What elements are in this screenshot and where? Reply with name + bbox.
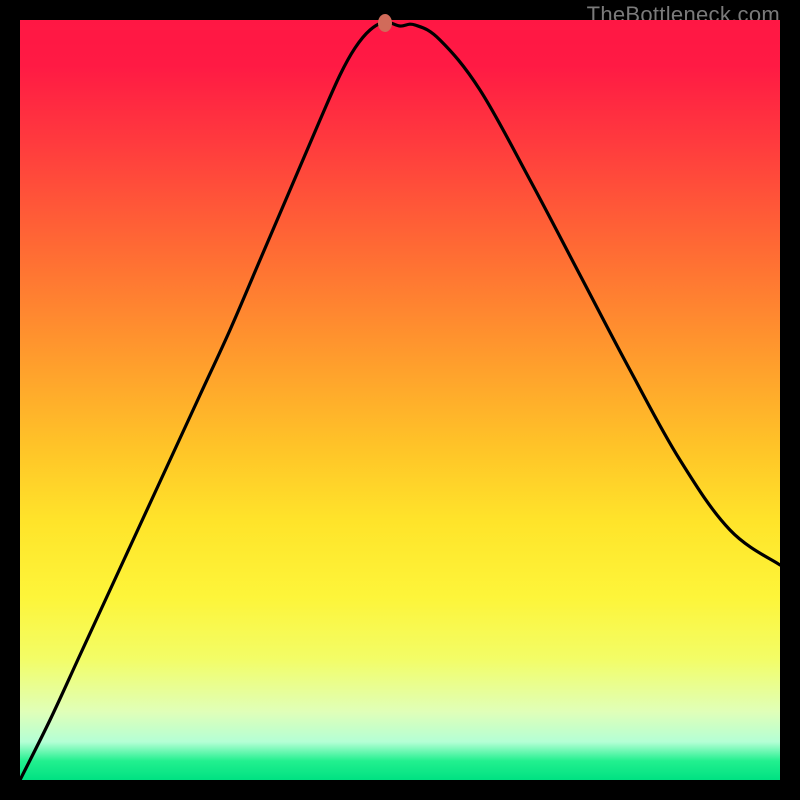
optimum-marker [378, 14, 392, 32]
plot-area [20, 20, 780, 780]
curve-svg [20, 20, 780, 780]
chart-frame: TheBottleneck.com [0, 0, 800, 800]
curve-path [20, 22, 780, 780]
